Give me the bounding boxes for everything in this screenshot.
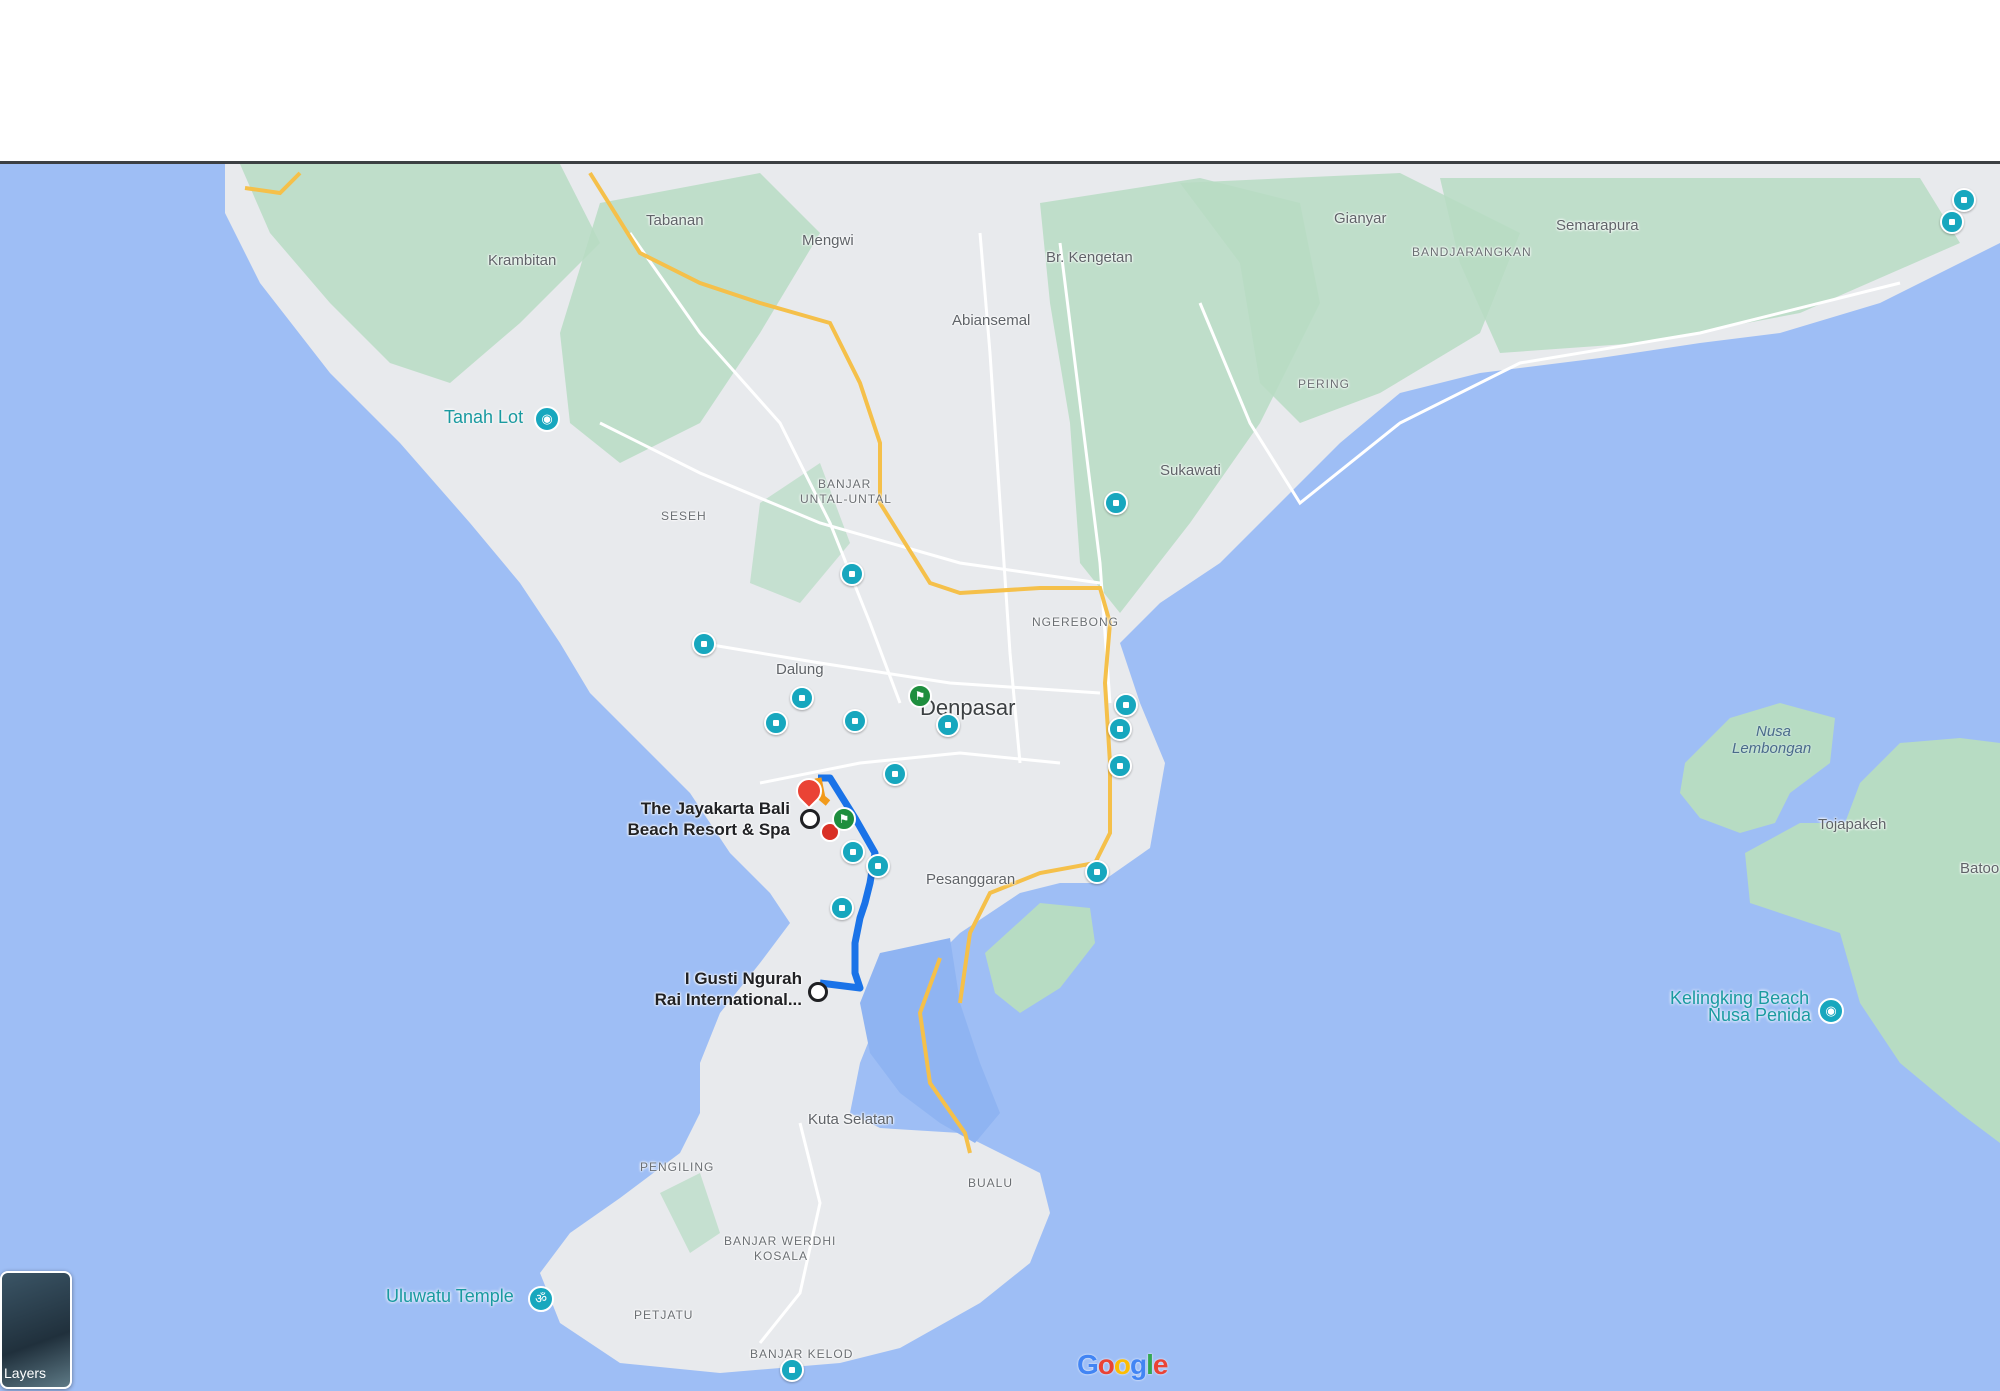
map-pin-icon[interactable] <box>1952 188 1976 212</box>
poi-label-kelingking[interactable]: Nusa Penida <box>1708 1005 1811 1026</box>
layers-label: Layers <box>4 1365 47 1381</box>
map-pin-icon[interactable] <box>830 896 854 920</box>
town-label: Krambitan <box>488 252 557 269</box>
route-end-icon[interactable] <box>808 982 828 1002</box>
flag-icon[interactable]: ⚑ <box>908 684 932 708</box>
map-pin-icon[interactable] <box>883 762 907 786</box>
map-pin-icon[interactable] <box>780 1358 804 1382</box>
district-label: BUALU <box>968 1176 1014 1190</box>
district-label: BANJAR KELOD <box>750 1347 854 1361</box>
town-label: Mengwi <box>802 232 854 249</box>
map-pin-icon[interactable] <box>1108 717 1132 741</box>
district-label: BANJAR WERDHI <box>724 1234 837 1248</box>
district-label: PERING <box>1298 377 1351 391</box>
map-pin-icon[interactable] <box>790 686 814 710</box>
map-pin-icon[interactable] <box>1085 860 1109 884</box>
temple-icon[interactable]: ॐ <box>528 1286 554 1312</box>
map-pin-icon[interactable] <box>866 854 890 878</box>
island-label: Lembongan <box>1732 740 1812 757</box>
camera-icon[interactable]: ◉ <box>534 406 560 432</box>
district-label: BANDJARANGKAN <box>1412 245 1532 259</box>
town-label: Br. Kengetan <box>1046 249 1133 266</box>
district-label: KOSALA <box>754 1249 809 1263</box>
map-pin-icon[interactable] <box>1104 491 1128 515</box>
camera-icon[interactable]: ◉ <box>1818 998 1844 1024</box>
poi-label-uluwatu[interactable]: Uluwatu Temple <box>386 1286 514 1307</box>
town-label: Batoo <box>1960 860 2000 877</box>
map-pin-icon[interactable] <box>692 632 716 656</box>
layers-button[interactable]: Layers <box>0 1271 72 1389</box>
district-label: PENGILING <box>640 1160 715 1174</box>
map-pin-icon[interactable] <box>843 709 867 733</box>
town-label: Dalung <box>776 661 824 678</box>
place-label-line: I Gusti Ngurah <box>684 969 802 988</box>
map-canvas[interactable] <box>0 164 2000 1391</box>
island-label: Nusa <box>1756 723 1792 740</box>
poi-label-tanah-lot[interactable]: Tanah Lot <box>444 407 523 428</box>
map-pin-icon[interactable] <box>1114 693 1138 717</box>
map-pin-icon[interactable] <box>841 840 865 864</box>
city-label: Denpasar <box>920 695 1016 720</box>
place-label-line: Beach Resort & Spa <box>627 820 791 839</box>
town-label: Sukawati <box>1160 462 1221 479</box>
town-label: Kuta Selatan <box>808 1111 894 1128</box>
map-pin-icon[interactable] <box>1940 210 1964 234</box>
district-label: NGEREBONG <box>1032 615 1120 629</box>
place-label-line: The Jayakarta Bali <box>640 799 790 818</box>
place-label-line: Rai International... <box>654 990 802 1009</box>
place-label-hotel[interactable]: The Jayakarta Bali Beach Resort & Spa <box>620 798 791 840</box>
map-viewport[interactable]: Tabanan Mengwi Krambitan Br. Kengetan Ab… <box>0 161 2000 1391</box>
district-label: BANJAR <box>818 477 872 491</box>
place-label-airport[interactable]: I Gusti Ngurah Rai International... <box>620 968 802 1010</box>
town-label: Pesanggaran <box>926 871 1016 888</box>
district-label: UNTAL-UNTAL <box>800 492 892 506</box>
google-logo: Google <box>1077 1349 1168 1380</box>
district-label: SESEH <box>661 509 707 523</box>
town-label: Gianyar <box>1334 210 1387 227</box>
town-label: Tabanan <box>646 212 704 229</box>
map-pin-icon[interactable] <box>936 713 960 737</box>
town-label: Semarapura <box>1556 217 1639 234</box>
flag-icon[interactable]: ⚑ <box>832 807 856 831</box>
town-label: Tojapakeh <box>1818 816 1887 833</box>
town-label: Abiansemal <box>952 312 1031 329</box>
map-pin-icon[interactable] <box>764 711 788 735</box>
map-pin-icon[interactable] <box>1108 754 1132 778</box>
district-label: PETJATU <box>634 1308 694 1322</box>
route-start-icon[interactable] <box>800 809 820 829</box>
blank-header-area <box>0 0 2000 160</box>
map-pin-icon[interactable] <box>840 562 864 586</box>
